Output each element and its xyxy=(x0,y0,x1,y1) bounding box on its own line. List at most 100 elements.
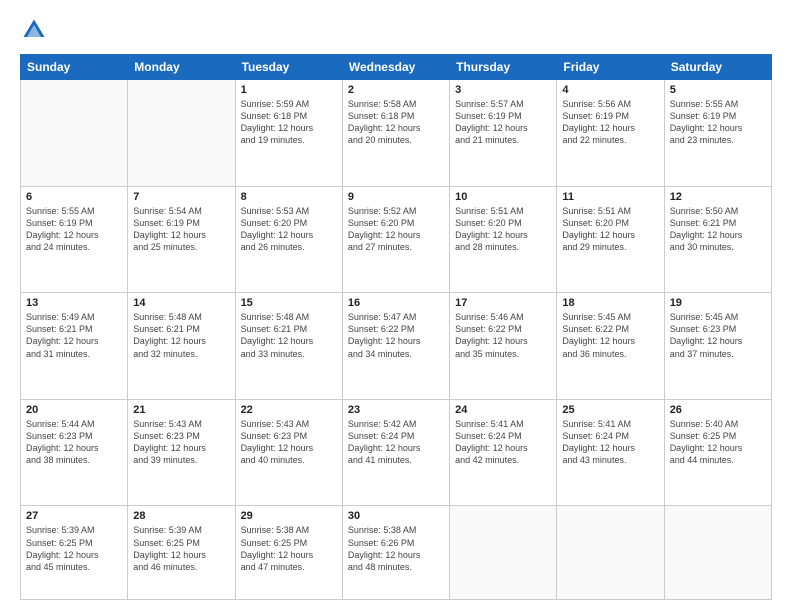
calendar-cell: 17 Sunrise: 5:46 AMSunset: 6:22 PMDayligh… xyxy=(450,293,557,400)
calendar-cell: 29Sunrise: 5:38 AMSunset: 6:25 PMDayligh… xyxy=(235,506,342,600)
calendar-cell: 2Sunrise: 5:58 AMSunset: 6:18 PMDaylight… xyxy=(342,80,449,187)
day-number: 16 xyxy=(348,297,444,309)
day-number: 10 xyxy=(455,191,551,203)
day-info: Sunrise: 5:59 AMSunset: 6:18 PMDaylight:… xyxy=(241,98,337,147)
day-info: Sunrise: 5:58 AMSunset: 6:18 PMDaylight:… xyxy=(348,98,444,147)
calendar-cell: 16 Sunrise: 5:47 AMSunset: 6:22 PMDayligh… xyxy=(342,293,449,400)
day-number: 20 xyxy=(26,404,122,416)
day-number: 19 xyxy=(670,297,766,309)
calendar-cell: 27 Sunrise: 5:39 AMSunset: 6:25 PMDayligh… xyxy=(21,506,128,600)
calendar-cell: 10 Sunrise: 5:51 AMSunset: 6:20 PMDayligh… xyxy=(450,186,557,293)
day-number: 13 xyxy=(26,297,122,309)
day-number: 24 xyxy=(455,404,551,416)
day-info: Sunrise: 5:55 AMSunset: 6:19 PMDaylight:… xyxy=(26,205,122,254)
day-number: 28 xyxy=(133,510,229,522)
calendar-cell: 3 Sunrise: 5:57 AMSunset: 6:19 PMDaylight… xyxy=(450,80,557,187)
day-info: Sunrise: 5:53 AMSunset: 6:20 PMDaylight:… xyxy=(241,205,337,254)
calendar-cell: 12 Sunrise: 5:50 AMSunset: 6:21 PMDayligh… xyxy=(664,186,771,293)
calendar-cell: 1Sunrise: 5:59 AMSunset: 6:18 PMDaylight… xyxy=(235,80,342,187)
calendar-cell: 28 Sunrise: 5:39 AMSunset: 6:25 PMDayligh… xyxy=(128,506,235,600)
day-number: 3 xyxy=(455,84,551,96)
day-info: Sunrise: 5:41 AMSunset: 6:24 PMDaylight:… xyxy=(455,418,551,467)
day-info: Sunrise: 5:41 AMSunset: 6:24 PMDaylight:… xyxy=(562,418,658,467)
calendar-cell: 8 Sunrise: 5:53 AMSunset: 6:20 PMDaylight… xyxy=(235,186,342,293)
calendar-week-row: 20 Sunrise: 5:44 AMSunset: 6:23 PMDayligh… xyxy=(21,399,772,506)
calendar-cell: 19 Sunrise: 5:45 AMSunset: 6:23 PMDayligh… xyxy=(664,293,771,400)
day-number: 27 xyxy=(26,510,122,522)
day-number: 6 xyxy=(26,191,122,203)
day-info: Sunrise: 5:48 AMSunset: 6:21 PMDaylight:… xyxy=(133,311,229,360)
calendar-cell xyxy=(557,506,664,600)
calendar-cell: 23 Sunrise: 5:42 AMSunset: 6:24 PMDayligh… xyxy=(342,399,449,506)
day-info: Sunrise: 5:49 AMSunset: 6:21 PMDaylight:… xyxy=(26,311,122,360)
logo-icon xyxy=(20,16,48,44)
day-info: Sunrise: 5:39 AMSunset: 6:25 PMDaylight:… xyxy=(26,524,122,573)
weekday-header-row: SundayMondayTuesdayWednesdayThursdayFrid… xyxy=(21,55,772,80)
day-info: Sunrise: 5:57 AMSunset: 6:19 PMDaylight:… xyxy=(455,98,551,147)
day-number: 25 xyxy=(562,404,658,416)
day-number: 9 xyxy=(348,191,444,203)
day-info: Sunrise: 5:38 AMSunset: 6:26 PMDaylight:… xyxy=(348,524,444,573)
calendar-cell: 22Sunrise: 5:43 AMSunset: 6:23 PMDayligh… xyxy=(235,399,342,506)
day-info: Sunrise: 5:46 AMSunset: 6:22 PMDaylight:… xyxy=(455,311,551,360)
day-info: Sunrise: 5:43 AMSunset: 6:23 PMDaylight:… xyxy=(241,418,337,467)
calendar-cell: 6 Sunrise: 5:55 AMSunset: 6:19 PMDaylight… xyxy=(21,186,128,293)
weekday-header-tuesday: Tuesday xyxy=(235,55,342,80)
weekday-header-wednesday: Wednesday xyxy=(342,55,449,80)
day-info: Sunrise: 5:48 AMSunset: 6:21 PMDaylight:… xyxy=(241,311,337,360)
day-info: Sunrise: 5:39 AMSunset: 6:25 PMDaylight:… xyxy=(133,524,229,573)
day-number: 18 xyxy=(562,297,658,309)
calendar-cell: 15Sunrise: 5:48 AMSunset: 6:21 PMDayligh… xyxy=(235,293,342,400)
day-number: 14 xyxy=(133,297,229,309)
calendar-cell xyxy=(21,80,128,187)
day-info: Sunrise: 5:56 AMSunset: 6:19 PMDaylight:… xyxy=(562,98,658,147)
day-info: Sunrise: 5:45 AMSunset: 6:23 PMDaylight:… xyxy=(670,311,766,360)
calendar-cell: 25 Sunrise: 5:41 AMSunset: 6:24 PMDayligh… xyxy=(557,399,664,506)
day-info: Sunrise: 5:50 AMSunset: 6:21 PMDaylight:… xyxy=(670,205,766,254)
day-info: Sunrise: 5:45 AMSunset: 6:22 PMDaylight:… xyxy=(562,311,658,360)
day-number: 7 xyxy=(133,191,229,203)
weekday-header-monday: Monday xyxy=(128,55,235,80)
calendar-cell: 4Sunrise: 5:56 AMSunset: 6:19 PMDaylight… xyxy=(557,80,664,187)
calendar-cell: 26 Sunrise: 5:40 AMSunset: 6:25 PMDayligh… xyxy=(664,399,771,506)
calendar-cell xyxy=(128,80,235,187)
calendar-cell: 5 Sunrise: 5:55 AMSunset: 6:19 PMDaylight… xyxy=(664,80,771,187)
weekday-header-thursday: Thursday xyxy=(450,55,557,80)
calendar-cell: 18 Sunrise: 5:45 AMSunset: 6:22 PMDayligh… xyxy=(557,293,664,400)
day-info: Sunrise: 5:42 AMSunset: 6:24 PMDaylight:… xyxy=(348,418,444,467)
day-info: Sunrise: 5:55 AMSunset: 6:19 PMDaylight:… xyxy=(670,98,766,147)
calendar-cell: 20 Sunrise: 5:44 AMSunset: 6:23 PMDayligh… xyxy=(21,399,128,506)
calendar-cell: 13 Sunrise: 5:49 AMSunset: 6:21 PMDayligh… xyxy=(21,293,128,400)
day-info: Sunrise: 5:40 AMSunset: 6:25 PMDaylight:… xyxy=(670,418,766,467)
calendar-week-row: 27 Sunrise: 5:39 AMSunset: 6:25 PMDayligh… xyxy=(21,506,772,600)
day-number: 30 xyxy=(348,510,444,522)
day-info: Sunrise: 5:43 AMSunset: 6:23 PMDaylight:… xyxy=(133,418,229,467)
day-number: 29 xyxy=(241,510,337,522)
day-number: 21 xyxy=(133,404,229,416)
calendar-cell: 30 Sunrise: 5:38 AMSunset: 6:26 PMDayligh… xyxy=(342,506,449,600)
calendar-cell: 9 Sunrise: 5:52 AMSunset: 6:20 PMDaylight… xyxy=(342,186,449,293)
day-number: 23 xyxy=(348,404,444,416)
day-info: Sunrise: 5:51 AMSunset: 6:20 PMDaylight:… xyxy=(562,205,658,254)
day-number: 5 xyxy=(670,84,766,96)
day-info: Sunrise: 5:52 AMSunset: 6:20 PMDaylight:… xyxy=(348,205,444,254)
day-number: 8 xyxy=(241,191,337,203)
day-number: 11 xyxy=(562,191,658,203)
calendar-table: SundayMondayTuesdayWednesdayThursdayFrid… xyxy=(20,54,772,600)
day-info: Sunrise: 5:47 AMSunset: 6:22 PMDaylight:… xyxy=(348,311,444,360)
calendar-cell: 7Sunrise: 5:54 AMSunset: 6:19 PMDaylight… xyxy=(128,186,235,293)
day-number: 17 xyxy=(455,297,551,309)
day-number: 26 xyxy=(670,404,766,416)
calendar-week-row: 13 Sunrise: 5:49 AMSunset: 6:21 PMDayligh… xyxy=(21,293,772,400)
day-number: 12 xyxy=(670,191,766,203)
weekday-header-friday: Friday xyxy=(557,55,664,80)
calendar-week-row: 6 Sunrise: 5:55 AMSunset: 6:19 PMDaylight… xyxy=(21,186,772,293)
calendar-cell xyxy=(450,506,557,600)
day-info: Sunrise: 5:51 AMSunset: 6:20 PMDaylight:… xyxy=(455,205,551,254)
weekday-header-sunday: Sunday xyxy=(21,55,128,80)
calendar-cell: 24 Sunrise: 5:41 AMSunset: 6:24 PMDayligh… xyxy=(450,399,557,506)
day-info: Sunrise: 5:44 AMSunset: 6:23 PMDaylight:… xyxy=(26,418,122,467)
calendar-cell: 11 Sunrise: 5:51 AMSunset: 6:20 PMDayligh… xyxy=(557,186,664,293)
calendar-cell: 21 Sunrise: 5:43 AMSunset: 6:23 PMDayligh… xyxy=(128,399,235,506)
calendar-cell xyxy=(664,506,771,600)
